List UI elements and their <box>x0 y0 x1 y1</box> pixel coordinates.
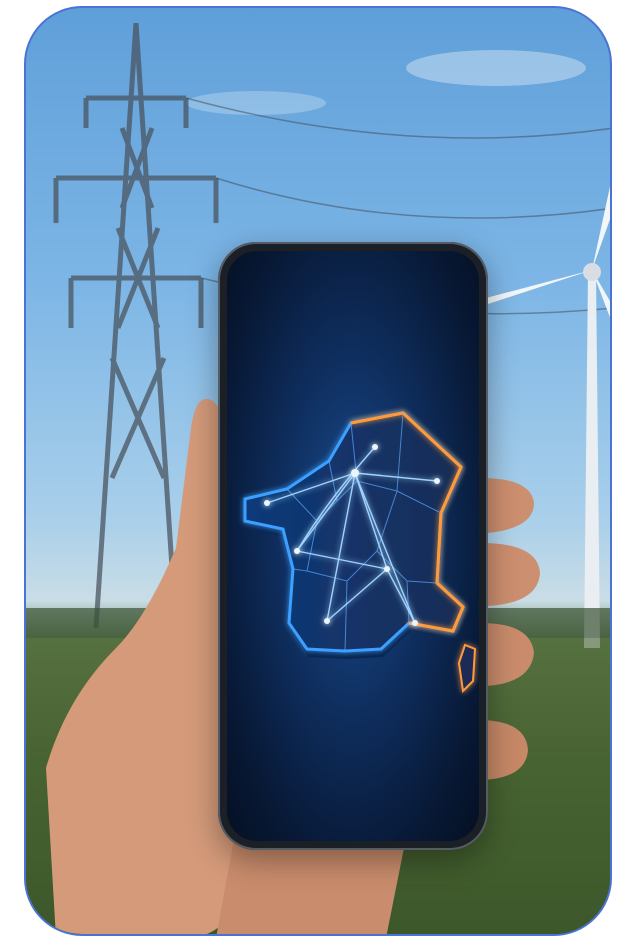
photo-frame <box>24 6 612 936</box>
phone-screen <box>227 251 479 841</box>
smartphone <box>218 242 488 850</box>
france-map-icon <box>243 411 477 694</box>
